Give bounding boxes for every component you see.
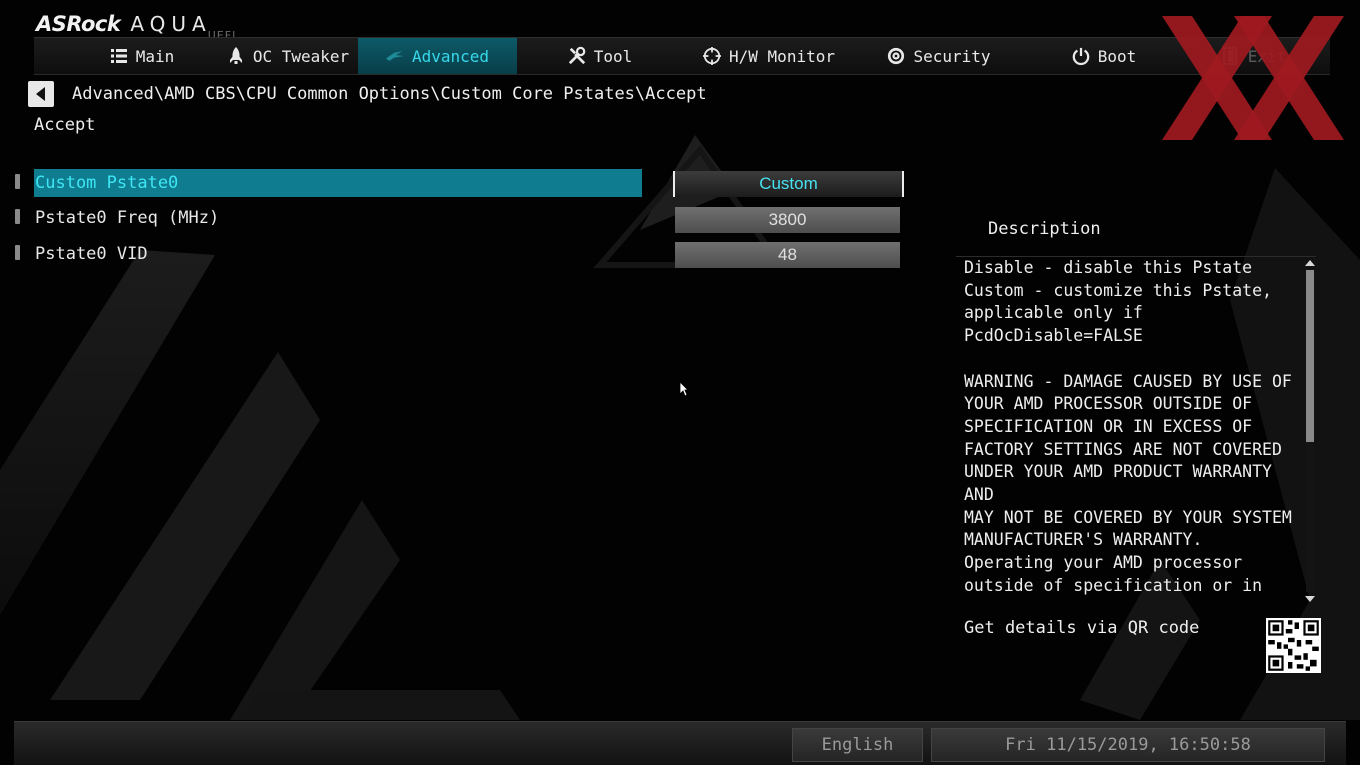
tab-main-label: Main — [135, 46, 175, 66]
back-arrow-icon — [36, 87, 45, 101]
tab-hw-monitor[interactable]: H/W Monitor — [689, 38, 849, 74]
pstate0-vid-field[interactable]: 48 — [675, 242, 900, 268]
asrock-logo: ASRock AQUA UEFI — [36, 8, 236, 42]
tab-advanced[interactable]: Advanced — [358, 38, 517, 74]
setting-custom-pstate0[interactable]: Custom Pstate0 — [14, 169, 644, 197]
setting-label: Pstate0 Freq (MHz) — [35, 208, 220, 228]
row-marker — [15, 245, 20, 260]
setting-label: Custom Pstate0 — [34, 169, 642, 197]
setting-pstate0-vid[interactable]: Pstate0 VID — [14, 240, 644, 268]
tab-hw-monitor-label: H/W Monitor — [729, 46, 835, 66]
list-icon — [110, 47, 128, 65]
qr-code-icon[interactable] — [1266, 618, 1321, 673]
breadcrumb: Advanced\AMD CBS\CPU Common Options\Cust… — [72, 84, 707, 104]
tab-oc-tweaker-label: OC Tweaker — [252, 46, 350, 66]
pstate0-freq-field[interactable]: 3800 — [675, 207, 900, 233]
main-tab-bar: Main OC Tweaker Advanced Tool H/W Monito… — [34, 37, 1330, 75]
tab-tool-label: Tool — [593, 46, 633, 66]
xx-watermark — [1162, 16, 1344, 140]
scroll-down-arrow-icon[interactable] — [1305, 596, 1315, 602]
datetime-display: Fri 11/15/2019, 16:50:58 — [931, 728, 1325, 762]
scroll-track[interactable] — [1306, 270, 1314, 592]
custom-pstate0-value[interactable]: Custom — [673, 171, 904, 197]
description-text: Disable - disable this Pstate Custom - c… — [964, 258, 1292, 601]
tab-boot[interactable]: Boot — [1039, 38, 1169, 74]
mouse-cursor-icon — [679, 381, 689, 397]
tab-boot-label: Boot — [1097, 46, 1137, 66]
logo-brand: ASRock — [36, 12, 121, 36]
tab-advanced-label: Advanced — [411, 46, 490, 66]
shield-icon — [887, 47, 905, 65]
tools-icon — [568, 46, 586, 65]
scroll-up-arrow-icon[interactable] — [1305, 260, 1315, 266]
power-icon — [1072, 47, 1090, 66]
row-marker — [15, 209, 20, 224]
bios-screen: ASRock AQUA UEFI Main OC Tweaker Advance… — [0, 0, 1360, 765]
page-subtitle: Accept — [34, 115, 96, 135]
tab-main[interactable]: Main — [62, 38, 222, 74]
tab-security-label: Security — [913, 46, 991, 66]
back-button[interactable] — [28, 81, 54, 107]
language-button[interactable]: English — [792, 728, 923, 762]
description-scrollbar[interactable] — [1303, 258, 1317, 604]
setting-label: Pstate0 VID — [35, 244, 148, 264]
star-icon — [385, 47, 404, 65]
tab-security[interactable]: Security — [864, 38, 1014, 74]
qr-code-hint: Get details via QR code — [964, 618, 1200, 638]
row-marker — [15, 174, 20, 189]
rocket-icon — [227, 47, 245, 65]
setting-pstate0-freq[interactable]: Pstate0 Freq (MHz) — [14, 204, 644, 232]
monitor-crosshair-icon — [703, 47, 722, 65]
tab-tool[interactable]: Tool — [534, 38, 666, 74]
scroll-thumb[interactable] — [1306, 270, 1314, 442]
tab-oc-tweaker[interactable]: OC Tweaker — [204, 38, 372, 74]
description-title: Description — [988, 219, 1101, 239]
logo-aqua: AQUA — [130, 12, 212, 36]
